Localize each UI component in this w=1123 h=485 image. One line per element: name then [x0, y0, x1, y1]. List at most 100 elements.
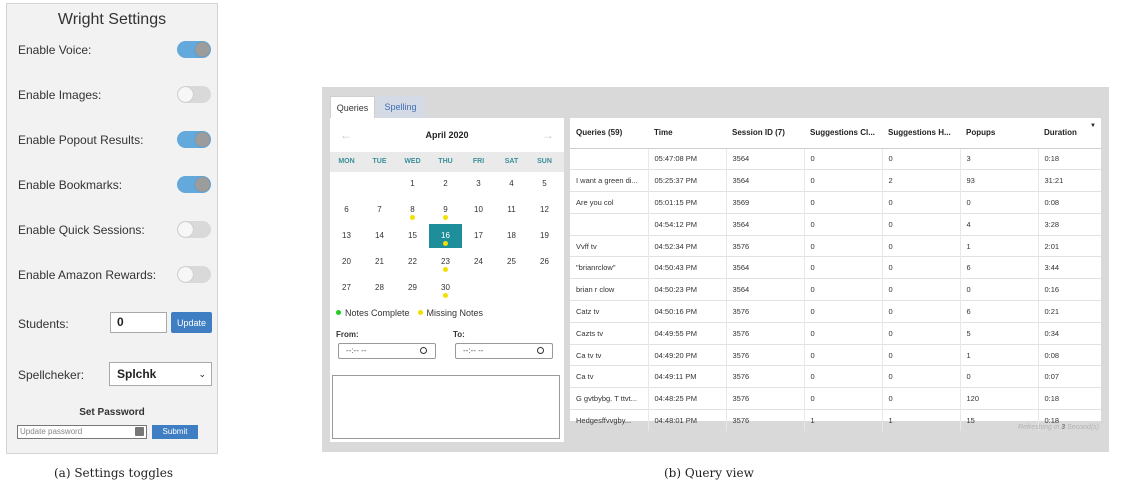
spellchecker-select[interactable]: Splchk ⌄	[109, 362, 212, 386]
calendar-day[interactable]: 6	[330, 198, 363, 222]
calendar-day[interactable]: 12	[528, 198, 561, 222]
tab-spelling[interactable]: Spelling	[377, 96, 424, 118]
images-toggle[interactable]	[177, 86, 211, 103]
calendar-day[interactable]: 7	[363, 198, 396, 222]
password-input[interactable]: Update password	[17, 425, 147, 439]
amazon-rewards-toggle[interactable]	[177, 266, 211, 283]
table-cell: 0	[803, 321, 882, 345]
column-header-label: Queries (59)	[576, 128, 623, 138]
table-row[interactable]: Cazts tv 04:49:55 PM 3576 0 0 5 0:34	[570, 321, 1101, 345]
table-cell	[570, 212, 648, 236]
column-header-label: Suggestions H...	[888, 128, 951, 138]
table-row[interactable]: G gvtbybg. T ttvt... 04:48:25 PM 3576 0 0 120…	[570, 387, 1101, 410]
from-time-input[interactable]: --:-- --	[338, 343, 436, 359]
arrow-right-icon[interactable]: →	[542, 128, 554, 142]
calendar-day[interactable]: 10	[462, 198, 495, 222]
column-header[interactable]: Queries (59)	[570, 118, 648, 149]
setting-label: Enable Voice:	[18, 43, 92, 57]
calendar-day[interactable]: 17	[462, 224, 495, 248]
calendar-day[interactable]: 23	[429, 250, 462, 274]
calendar-day[interactable]: 30	[429, 276, 462, 300]
column-header[interactable]: Popups	[960, 118, 1038, 149]
queries-table-card: Queries (59) Time Session ID (7) Suggestion…	[570, 118, 1101, 432]
calendar-day[interactable]: 28	[363, 276, 396, 300]
calendar-day[interactable]: 27	[330, 276, 363, 300]
calendar-day[interactable]: 26	[528, 250, 561, 274]
calendar-day[interactable]: 16	[429, 224, 462, 248]
students-input[interactable]: 0	[110, 312, 167, 333]
calendar-day-number: 2	[443, 179, 448, 188]
column-header[interactable]: Suggestions H...	[882, 118, 960, 149]
table-cell: 1	[803, 409, 882, 432]
calendar-day[interactable]: 3	[462, 172, 495, 196]
settings-title: Wright Settings	[57, 11, 167, 28]
to-time-input[interactable]: --:-- --	[455, 343, 553, 359]
notes-complete-dot-icon	[336, 310, 341, 316]
table-row[interactable]: 04:54:12 PM 3564 0 0 4 3:28	[570, 212, 1101, 236]
notes-textarea[interactable]	[332, 375, 560, 439]
column-header[interactable]: Duration ▼	[1038, 118, 1101, 149]
table-cell: 0	[881, 256, 960, 279]
column-header-label: Duration	[1044, 128, 1077, 138]
calendar-day[interactable]: 4	[495, 172, 528, 196]
students-value: 0	[117, 315, 124, 329]
table-row[interactable]: Are you col 05:01:15 PM 3569 0 0 0 0:08	[570, 191, 1101, 214]
calendar-day[interactable]: 22	[396, 250, 429, 274]
table-header-row: Queries (59) Time Session ID (7) Suggestion…	[570, 118, 1101, 149]
update-button[interactable]: Update	[171, 312, 212, 333]
calendar-day[interactable]: 9	[429, 198, 462, 222]
table-row[interactable]: Ca tv tv 04:49:20 PM 3576 0 0 1 0:08	[570, 343, 1101, 366]
setting-label: Enable Amazon Rewards:	[18, 268, 157, 282]
calendar-day[interactable]: 2	[429, 172, 462, 196]
quick-sessions-toggle[interactable]	[177, 221, 211, 238]
table-cell: 3576	[725, 387, 804, 410]
calendar-day[interactable]: 18	[495, 224, 528, 248]
table-row[interactable]: Catz tv 04:50:16 PM 3576 0 0 6 0:21	[570, 300, 1101, 323]
calendar-day[interactable]: 21	[363, 250, 396, 274]
query-view-panel: Queries Spelling ← April 2020 → MON TUE WE…	[322, 87, 1109, 452]
table-cell: 3:28	[1037, 212, 1101, 236]
calendar-day-number: 28	[375, 283, 384, 292]
tab-queries[interactable]: Queries	[330, 96, 375, 118]
calendar-day[interactable]: 24	[462, 250, 495, 274]
calendar-day-number: 25	[507, 257, 516, 266]
calendar-day[interactable]: 20	[330, 250, 363, 274]
table-cell: 0	[881, 147, 960, 170]
table-row[interactable]: "brianrclow" 04:50:43 PM 3564 0 0 6 3:44	[570, 256, 1101, 279]
table-row[interactable]: Vvff tv 04:52:34 PM 3576 0 0 1 2:01	[570, 234, 1101, 257]
calendar-day[interactable]: 25	[495, 250, 528, 274]
calendar-day[interactable]: 8	[396, 198, 429, 222]
table-cell: 3564	[725, 169, 804, 192]
students-row: Students: 0 Update	[7, 312, 217, 335]
popout-results-toggle[interactable]	[177, 131, 211, 148]
voice-toggle[interactable]	[177, 41, 211, 58]
table-row[interactable]: I want a green di... 05:25:37 PM 3564 0 2 93 3…	[570, 169, 1101, 192]
password-manager-key-icon[interactable]	[135, 427, 144, 436]
calendar-card: ← April 2020 → MON TUE WED THU FRI SAT SUN 123…	[330, 118, 564, 442]
missing-notes-dot-icon	[410, 215, 415, 220]
column-header[interactable]: Session ID (7)	[726, 118, 804, 149]
table-cell: 3564	[725, 147, 804, 170]
sort-caret-icon[interactable]: ▼	[1090, 123, 1096, 129]
table-row[interactable]: 05:47:08 PM 3564 0 0 3 0:18	[570, 147, 1101, 170]
calendar-day[interactable]: 11	[495, 198, 528, 222]
missing-notes-dot-icon	[443, 267, 448, 272]
calendar-day[interactable]: 15	[396, 224, 429, 248]
table-row[interactable]: Ca tv 04:49:11 PM 3576 0 0 0 0:07	[570, 365, 1101, 388]
toggle-knob	[178, 222, 193, 237]
calendar-day[interactable]: 19	[528, 224, 561, 248]
column-header[interactable]: Time	[648, 118, 726, 149]
table-cell: 04:50:23 PM	[647, 278, 726, 301]
calendar-day[interactable]: 13	[330, 224, 363, 248]
refresh-countdown: Refreshing in 3 Second(s)	[1018, 424, 1099, 431]
bookmarks-toggle[interactable]	[177, 176, 211, 193]
calendar-day[interactable]: 14	[363, 224, 396, 248]
table-row[interactable]: brian r clow 04:50:23 PM 3564 0 0 0 0:16	[570, 278, 1101, 301]
calendar-day[interactable]: 1	[396, 172, 429, 196]
calendar-day[interactable]: 5	[528, 172, 561, 196]
calendar-day[interactable]: 29	[396, 276, 429, 300]
submit-password-button[interactable]: Submit	[152, 425, 198, 439]
column-header-label: Suggestions Cl...	[810, 128, 875, 138]
column-header[interactable]: Suggestions Cl...	[804, 118, 882, 149]
table-cell: 0	[881, 234, 960, 257]
